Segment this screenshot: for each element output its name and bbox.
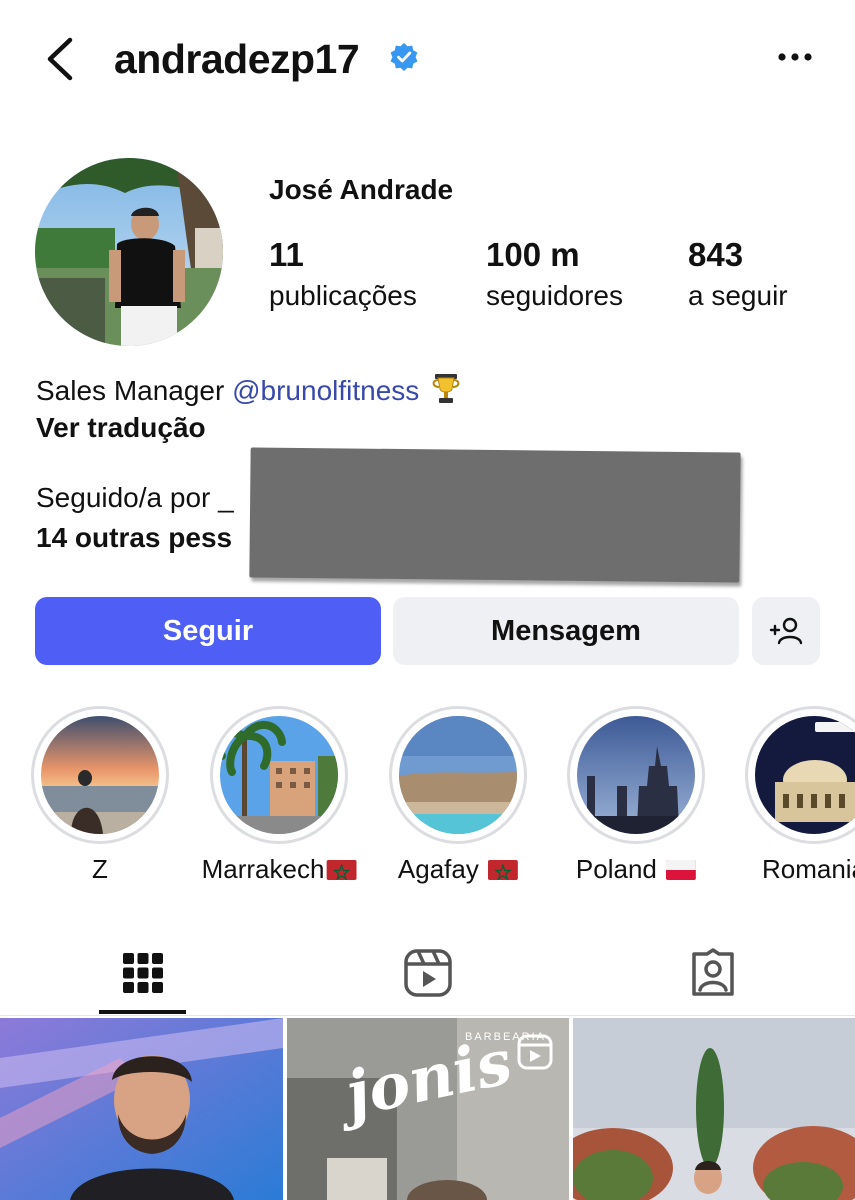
highlight-label: Z: [92, 854, 108, 884]
stat-posts-value: 11: [269, 236, 304, 273]
active-tab-indicator: [99, 1010, 186, 1014]
highlight-marrakech[interactable]: Marrakech: [202, 706, 357, 884]
stat-following-value: 843: [688, 236, 744, 273]
more-horizontal-icon[interactable]: [770, 45, 820, 69]
follow-button[interactable]: Seguir: [35, 597, 381, 665]
highlight-cover: [755, 716, 855, 834]
highlight-ring: [210, 706, 348, 844]
tab-grid[interactable]: [93, 930, 193, 1016]
post-thumbnail[interactable]: [573, 1018, 855, 1200]
stat-posts[interactable]: 11 publicações: [269, 236, 417, 312]
highlight-label: Agafay: [398, 854, 519, 885]
bio-mention-link[interactable]: @brunolfitness: [232, 375, 419, 406]
chevron-left-icon[interactable]: [40, 34, 84, 84]
highlight-ring: [389, 706, 527, 844]
bio-text: Sales Manager: [36, 375, 233, 406]
stat-following-label: a seguir: [688, 280, 788, 311]
message-button[interactable]: Mensagem: [393, 597, 739, 665]
stat-followers-value: 100 m: [486, 236, 580, 273]
tab-tagged[interactable]: [663, 930, 763, 1016]
stat-followers-label: seguidores: [486, 280, 623, 311]
highlight-cover: [220, 716, 338, 834]
tab-reels[interactable]: [378, 930, 478, 1016]
highlight-label: Poland: [576, 854, 697, 885]
followed-by-others[interactable]: 14 outras pess: [36, 522, 232, 554]
tagged-icon: [692, 948, 734, 996]
highlight-cover: [577, 716, 695, 834]
profile-bio: Sales Manager @brunolfitness: [36, 372, 463, 407]
highlight-cover: [41, 716, 159, 834]
followed-by-text[interactable]: Seguido/a por _: [36, 482, 234, 514]
reels-icon: [404, 949, 452, 997]
highlight-z[interactable]: Z: [31, 706, 169, 884]
post-thumbnail[interactable]: [0, 1018, 283, 1200]
highlight-poland[interactable]: Poland: [567, 706, 705, 884]
suggest-people-button[interactable]: [752, 597, 820, 665]
add-person-icon: [769, 617, 803, 645]
highlight-label: Marrakech: [202, 854, 357, 885]
highlight-ring: [745, 706, 855, 844]
profile-header: andradezp17: [0, 0, 855, 120]
verified-badge-icon: [390, 43, 418, 71]
trophy-icon: [432, 374, 460, 403]
highlight-label: Romania: [761, 854, 855, 884]
profile-avatar[interactable]: [35, 158, 223, 346]
profile-username: andradezp17: [114, 36, 360, 82]
profile-full-name: José Andrade: [269, 174, 454, 205]
stat-following[interactable]: 843 a seguir: [688, 236, 788, 312]
morocco-flag-icon: [488, 860, 519, 880]
posts-grid: jonis BARBEARIA: [0, 1018, 855, 1200]
poland-flag-icon: [666, 860, 697, 880]
highlight-romania[interactable]: Romania: [745, 706, 855, 884]
highlight-agafay[interactable]: Agafay: [389, 706, 527, 884]
grid-icon: [123, 953, 163, 993]
highlight-ring: [31, 706, 169, 844]
profile-tabs: [0, 930, 855, 1016]
highlight-cover: [399, 716, 517, 834]
see-translation-link[interactable]: Ver tradução: [36, 412, 206, 444]
redaction-block: [249, 447, 741, 583]
highlight-ring: [567, 706, 705, 844]
morocco-flag-icon: [326, 860, 357, 880]
stat-posts-label: publicações: [269, 280, 417, 311]
stat-followers[interactable]: 100 m seguidores: [486, 236, 623, 312]
post-thumbnail[interactable]: jonis BARBEARIA: [287, 1018, 569, 1200]
